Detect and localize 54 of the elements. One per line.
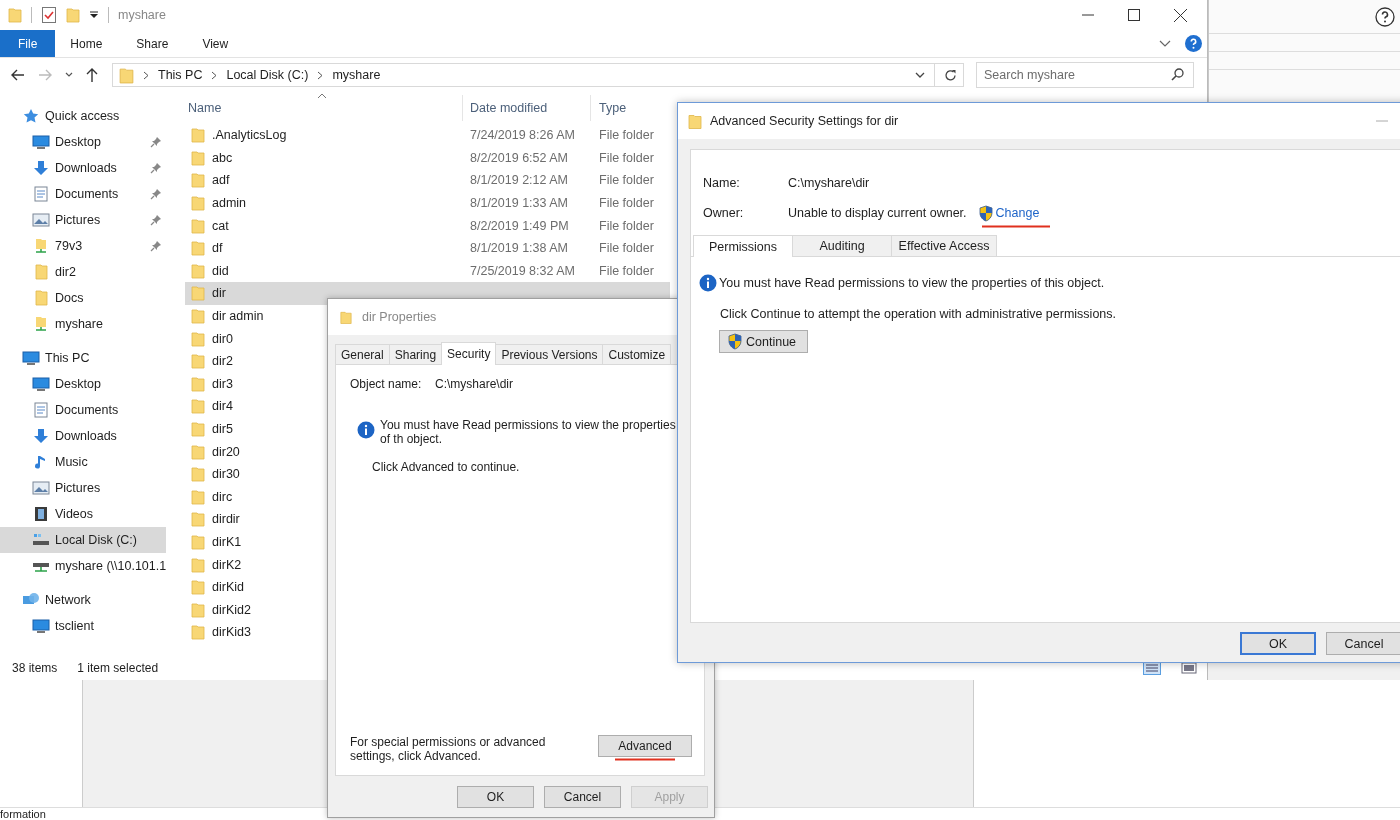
table-cell-text: 7/25/2019 8:32 AM <box>469 263 576 278</box>
item-count: 38 items <box>12 660 58 675</box>
window-title: myshare <box>118 8 166 22</box>
file-name: dir30 <box>212 467 240 482</box>
status-text: formation <box>0 808 46 820</box>
field-label: Name: <box>703 176 741 190</box>
file-name: adf <box>212 173 230 188</box>
table-cell-text: 8/2/2019 6:52 AM <box>469 150 569 165</box>
table-cell-text: 8/1/2019 1:33 AM <box>469 196 569 211</box>
hint-text: Click Continue to attempt the operation with administrative permissions. <box>719 307 1117 321</box>
table-cell-text: File folder <box>598 241 655 256</box>
file-name: dirc <box>212 489 233 504</box>
field-label: Owner: <box>703 206 745 220</box>
file-name: dir20 <box>212 444 240 459</box>
file-name: admin <box>212 196 247 211</box>
info-message: You must have Read permissions to view the properties of th object. <box>380 418 676 446</box>
file-name: dirKid3 <box>212 625 251 640</box>
info-message: You must have Read permissions to view the properties of this object. <box>719 276 1105 290</box>
hint-text: Click Advanced to continue. <box>371 460 521 474</box>
file-name: dirdir <box>212 512 240 527</box>
table-cell-text: 8/2/2019 1:49 PM <box>469 218 570 233</box>
file-name: abc <box>212 150 233 165</box>
field-label: Object name: <box>350 377 423 391</box>
hint-text: For special permissions or advanced settings, click Advanced. <box>350 735 547 763</box>
file-name: dir admin <box>212 309 264 324</box>
file-name: df <box>212 241 223 256</box>
table-cell-text: File folder <box>598 196 655 211</box>
table-cell-text: 8/1/2019 2:12 AM <box>469 173 569 188</box>
file-name: dirK1 <box>212 535 242 549</box>
file-name: dir3 <box>212 376 233 391</box>
table-cell-text: File folder <box>598 263 655 278</box>
file-name: dir4 <box>212 399 233 414</box>
table-cell-text: File folder <box>598 218 655 233</box>
table-cell-text: File folder <box>598 173 655 188</box>
field-value: C:\myshare\dir <box>788 176 870 190</box>
file-name: .AnalyticsLog <box>212 128 287 143</box>
file-name: dirKid2 <box>212 602 251 617</box>
file-name: dir5 <box>212 422 233 436</box>
file-name: cat <box>212 218 229 233</box>
dialog-title: dir Properties <box>362 310 437 324</box>
dialog-title: Advanced Security Settings for dir <box>710 114 899 128</box>
file-name: dir0 <box>212 331 233 346</box>
table-cell-text: File folder <box>598 128 655 143</box>
table-cell-text: 8/1/2019 1:38 AM <box>469 241 569 256</box>
file-name: dir <box>212 286 226 301</box>
table-cell-text: 7/24/2019 8:26 AM <box>469 128 576 143</box>
file-name: dir2 <box>212 354 233 369</box>
file-name: dirK2 <box>212 557 242 572</box>
field-value: C:\myshare\dir <box>435 377 514 391</box>
file-name: dirKid <box>212 580 244 595</box>
file-name: did <box>212 263 229 278</box>
selection-count: 1 item selected <box>77 660 159 675</box>
table-cell-text: File folder <box>598 150 655 165</box>
field-value: Unable to display current owner. <box>788 206 967 220</box>
